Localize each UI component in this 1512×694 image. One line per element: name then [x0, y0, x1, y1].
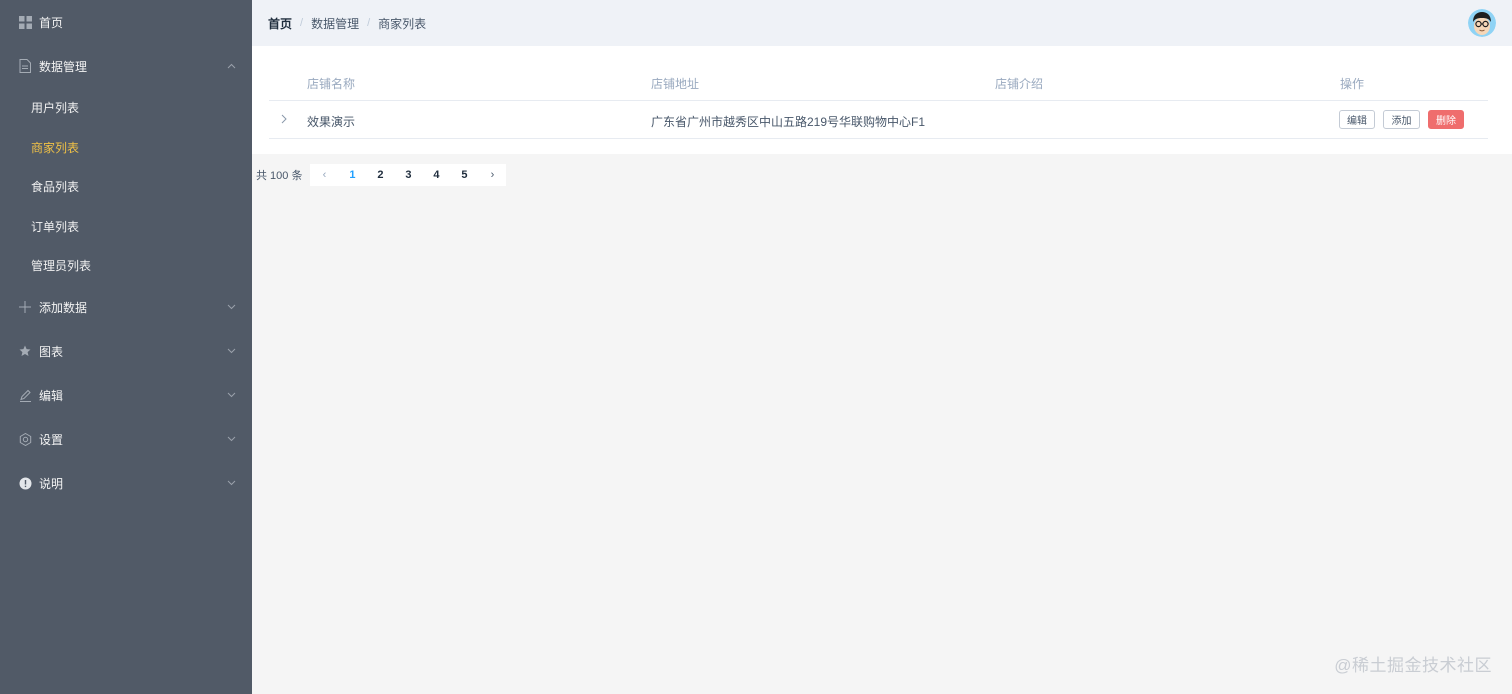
menu-item-settings[interactable]: 设置: [0, 419, 252, 459]
menu-item-data-manage[interactable]: 数据管理: [0, 46, 252, 86]
shop-table: 店铺名称 店铺地址 店铺介绍 操作 效果演示 广东省广州市越秀区中山五路219号…: [252, 46, 1512, 154]
avatar-image: [1468, 9, 1496, 37]
menu-item-edit[interactable]: 编辑: [0, 375, 252, 415]
breadcrumb-item-shop-list: 商家列表: [378, 16, 427, 31]
submenu-label: 商家列表: [31, 140, 80, 155]
star-icon: [18, 344, 32, 358]
chevron-down-icon: [226, 346, 236, 356]
chevron-down-icon: [226, 434, 236, 444]
chevron-down-icon: [226, 302, 236, 312]
menu-item-add-data[interactable]: 添加数据: [0, 287, 252, 327]
menu-item-home[interactable]: 首页: [0, 2, 252, 42]
header-bar: 首页 / 数据管理 / 商家列表: [252, 0, 1512, 46]
info-icon: [18, 476, 32, 490]
pagination: 共 100 条 ‹ 1 2 3 4 5 ›: [256, 164, 507, 186]
column-header-actions: 操作: [1340, 77, 1365, 91]
menu-label: 首页: [39, 15, 64, 30]
submenu-item-user-list[interactable]: 用户列表: [0, 87, 252, 127]
plus-icon: [18, 300, 32, 314]
document-icon: [18, 59, 32, 73]
page-button-5[interactable]: 5: [450, 164, 479, 186]
menu-label: 说明: [39, 476, 64, 491]
menu-label: 设置: [39, 432, 64, 447]
table-header-divider: [269, 100, 1488, 101]
breadcrumb-separator: /: [367, 17, 371, 29]
cell-shop-name: 效果演示: [307, 115, 356, 129]
submenu-label: 管理员列表: [31, 258, 92, 273]
add-button[interactable]: 添加: [1383, 110, 1420, 129]
submenu-item-admin-list[interactable]: 管理员列表: [0, 245, 252, 285]
submenu-item-food-list[interactable]: 食品列表: [0, 166, 252, 206]
delete-button[interactable]: 删除: [1428, 110, 1464, 129]
submenu-item-shop-list[interactable]: 商家列表: [0, 127, 252, 167]
menu-label: 图表: [39, 344, 64, 359]
sidebar: 首页 数据管理 用户列表 商家列表 食品列表 订单列表 管理员列表 添加数据 图…: [0, 0, 252, 694]
prev-page-button[interactable]: ‹: [310, 164, 339, 186]
chevron-down-icon: [226, 478, 236, 488]
breadcrumb: 首页 / 数据管理 / 商家列表: [268, 15, 426, 32]
menu-item-charts[interactable]: 图表: [0, 331, 252, 371]
chevron-up-icon: [226, 61, 236, 71]
page-button-1[interactable]: 1: [338, 164, 367, 186]
breadcrumb-separator: /: [300, 17, 304, 29]
cell-shop-address: 广东省广州市越秀区中山五路219号华联购物中心F1: [651, 115, 926, 129]
expand-row-icon[interactable]: [278, 112, 290, 126]
column-header-shop-address: 店铺地址: [651, 77, 700, 91]
breadcrumb-item-data-manage: 数据管理: [311, 16, 360, 31]
watermark: @稀土掘金技术社区: [1334, 656, 1492, 675]
table-row-divider: [269, 138, 1488, 139]
page-button-4[interactable]: 4: [422, 164, 451, 186]
menu-label: 添加数据: [39, 300, 88, 315]
page-button-3[interactable]: 3: [394, 164, 423, 186]
menu-label: 数据管理: [39, 59, 88, 74]
grid-icon: [18, 15, 32, 29]
menu-item-about[interactable]: 说明: [0, 463, 252, 503]
submenu-label: 食品列表: [31, 179, 80, 194]
main-content: 首页 / 数据管理 / 商家列表 店铺名称 店铺地址 店铺介绍 操作 效果演示 …: [252, 0, 1512, 694]
pencil-icon: [18, 388, 32, 402]
chevron-down-icon: [226, 390, 236, 400]
avatar[interactable]: [1468, 9, 1496, 37]
pagination-total: 共 100 条: [256, 170, 303, 182]
menu-label: 编辑: [39, 388, 64, 403]
submenu-label: 订单列表: [31, 219, 80, 234]
column-header-shop-name: 店铺名称: [307, 77, 356, 91]
page-button-2[interactable]: 2: [366, 164, 395, 186]
submenu-item-order-list[interactable]: 订单列表: [0, 206, 252, 246]
column-header-shop-intro: 店铺介绍: [995, 77, 1044, 91]
edit-button[interactable]: 编辑: [1339, 110, 1375, 129]
gear-icon: [18, 432, 32, 446]
submenu-label: 用户列表: [31, 100, 80, 115]
breadcrumb-item-home[interactable]: 首页: [268, 15, 292, 32]
next-page-button[interactable]: ›: [478, 164, 507, 186]
